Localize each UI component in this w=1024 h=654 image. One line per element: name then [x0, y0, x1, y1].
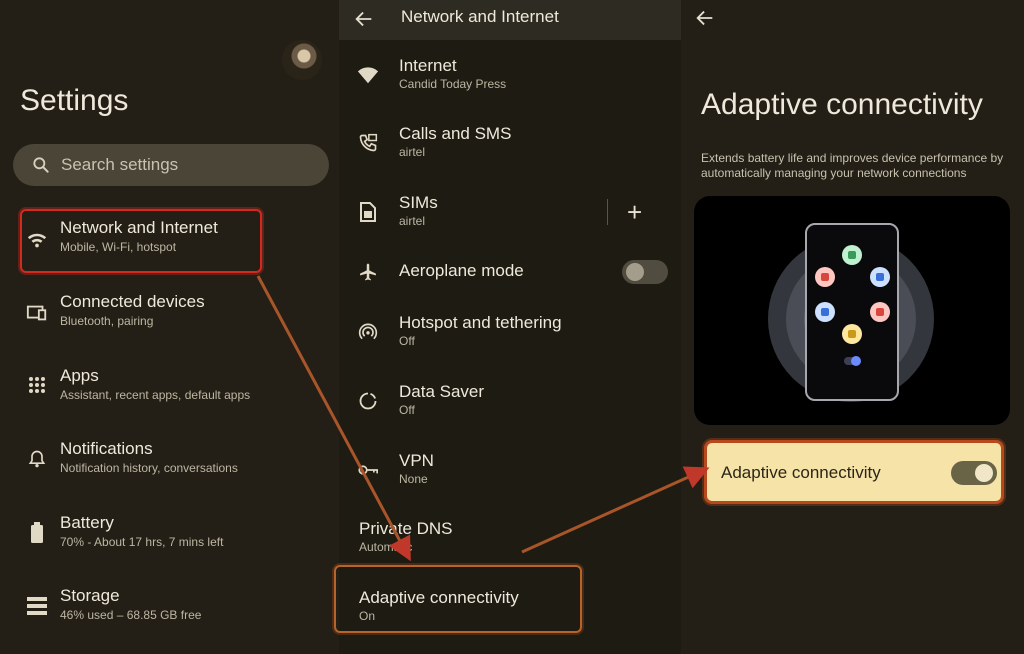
highlight-box-adaptive: [334, 565, 582, 633]
settings-item-title: Apps: [60, 366, 99, 385]
phone-message-icon: [357, 132, 379, 154]
settings-item-title: Battery: [60, 513, 114, 532]
data-saver-icon: [357, 390, 379, 412]
devices-icon: [26, 302, 48, 324]
home-icon: [842, 324, 862, 344]
network-item-title: Private DNS: [359, 519, 453, 538]
antenna-icon: [870, 267, 890, 287]
settings-item-subtitle: 46% used – 68.85 GB free: [60, 608, 202, 622]
adaptive-connectivity-switch[interactable]: [951, 461, 997, 485]
apps-grid-icon: [26, 374, 48, 396]
settings-item-apps[interactable]: Apps Assistant, recent apps, default app…: [0, 366, 338, 410]
search-icon: [33, 157, 49, 173]
app-bar: Network and Internet: [339, 0, 681, 40]
network-item-title: Data Saver: [399, 382, 485, 401]
back-arrow-icon[interactable]: [353, 8, 375, 30]
network-item-subtitle: Candid Today Press: [399, 77, 507, 91]
settings-item-subtitle: Bluetooth, pairing: [60, 314, 154, 328]
car-icon: [870, 302, 890, 322]
network-item-subtitle: Off: [399, 403, 415, 417]
game-controller-icon: [815, 302, 835, 322]
adaptive-connectivity-panel: Adaptive connectivity Extends battery li…: [682, 0, 1024, 654]
network-item-title: Internet: [399, 56, 457, 75]
settings-item-subtitle: 70% - About 17 hrs, 7 mins left: [60, 535, 224, 549]
network-item-internet[interactable]: Internet Candid Today Press: [339, 56, 681, 96]
page-title: Adaptive connectivity: [701, 88, 983, 121]
avatar[interactable]: [282, 40, 322, 80]
add-sim-button[interactable]: +: [627, 199, 642, 225]
aeroplane-mode-toggle[interactable]: [622, 260, 668, 284]
calendar-icon: [842, 245, 862, 265]
page-title: Settings: [20, 84, 129, 117]
network-item-hotspot[interactable]: Hotspot and tethering Off: [339, 313, 681, 353]
network-item-subtitle: Automatic: [359, 540, 413, 554]
phone-illustration: [805, 223, 899, 401]
network-item-title: Hotspot and tethering: [399, 313, 562, 332]
back-arrow-icon[interactable]: [694, 7, 716, 29]
network-item-private-dns[interactable]: Private DNS Automatic: [339, 519, 681, 559]
network-item-title: Calls and SMS: [399, 124, 512, 143]
network-item-aeroplane[interactable]: Aeroplane mode: [339, 260, 681, 284]
toggle-pill-illustration: [844, 356, 861, 366]
settings-item-connected-devices[interactable]: Connected devices Bluetooth, pairing: [0, 292, 338, 336]
illustration: [694, 196, 1010, 425]
sim-icon: [357, 201, 379, 223]
divider: [607, 199, 608, 225]
battery-icon: [26, 522, 48, 544]
airplane-icon: [357, 261, 379, 283]
settings-item-storage[interactable]: Storage 46% used – 68.85 GB free: [0, 586, 338, 630]
network-item-calls-sms[interactable]: Calls and SMS airtel: [339, 124, 681, 164]
settings-item-title: Notifications: [60, 439, 153, 458]
hotspot-icon: [357, 321, 379, 343]
network-item-title: SIMs: [399, 193, 438, 212]
settings-item-title: Connected devices: [60, 292, 205, 311]
network-item-sims[interactable]: SIMs airtel +: [339, 193, 681, 233]
network-item-subtitle: Off: [399, 334, 415, 348]
network-item-title: Aeroplane mode: [399, 261, 524, 280]
settings-item-battery[interactable]: Battery 70% - About 17 hrs, 7 mins left: [0, 513, 338, 557]
settings-item-subtitle: Notification history, conversations: [60, 461, 238, 475]
search-bar[interactable]: Search settings: [13, 144, 329, 186]
settings-item-notifications[interactable]: Notifications Notification history, conv…: [0, 439, 338, 483]
network-item-subtitle: None: [399, 472, 428, 486]
network-item-title: VPN: [399, 451, 434, 470]
storage-icon: [26, 595, 48, 617]
app-bar-title: Network and Internet: [401, 7, 559, 26]
adaptive-connectivity-toggle-row[interactable]: Adaptive connectivity: [704, 440, 1004, 504]
network-item-data-saver[interactable]: Data Saver Off: [339, 382, 681, 422]
network-panel: Network and Internet Internet Candid Tod…: [334, 0, 681, 654]
settings-item-subtitle: Assistant, recent apps, default apps: [60, 388, 251, 402]
search-placeholder: Search settings: [61, 155, 179, 174]
network-item-subtitle: airtel: [399, 145, 426, 159]
settings-item-title: Storage: [60, 586, 120, 605]
wifi-icon: [357, 64, 379, 86]
toggle-label: Adaptive connectivity: [721, 463, 881, 482]
vpn-key-icon: [357, 459, 379, 481]
bell-icon: [26, 448, 48, 470]
highlight-box-network: [20, 209, 262, 273]
page-description: Extends battery life and improves device…: [701, 151, 1004, 180]
phone-app-icon: [815, 267, 835, 287]
network-item-subtitle: airtel: [399, 214, 426, 228]
settings-panel: Settings Search settings Network and Int…: [0, 0, 338, 654]
network-item-vpn[interactable]: VPN None: [339, 451, 681, 491]
